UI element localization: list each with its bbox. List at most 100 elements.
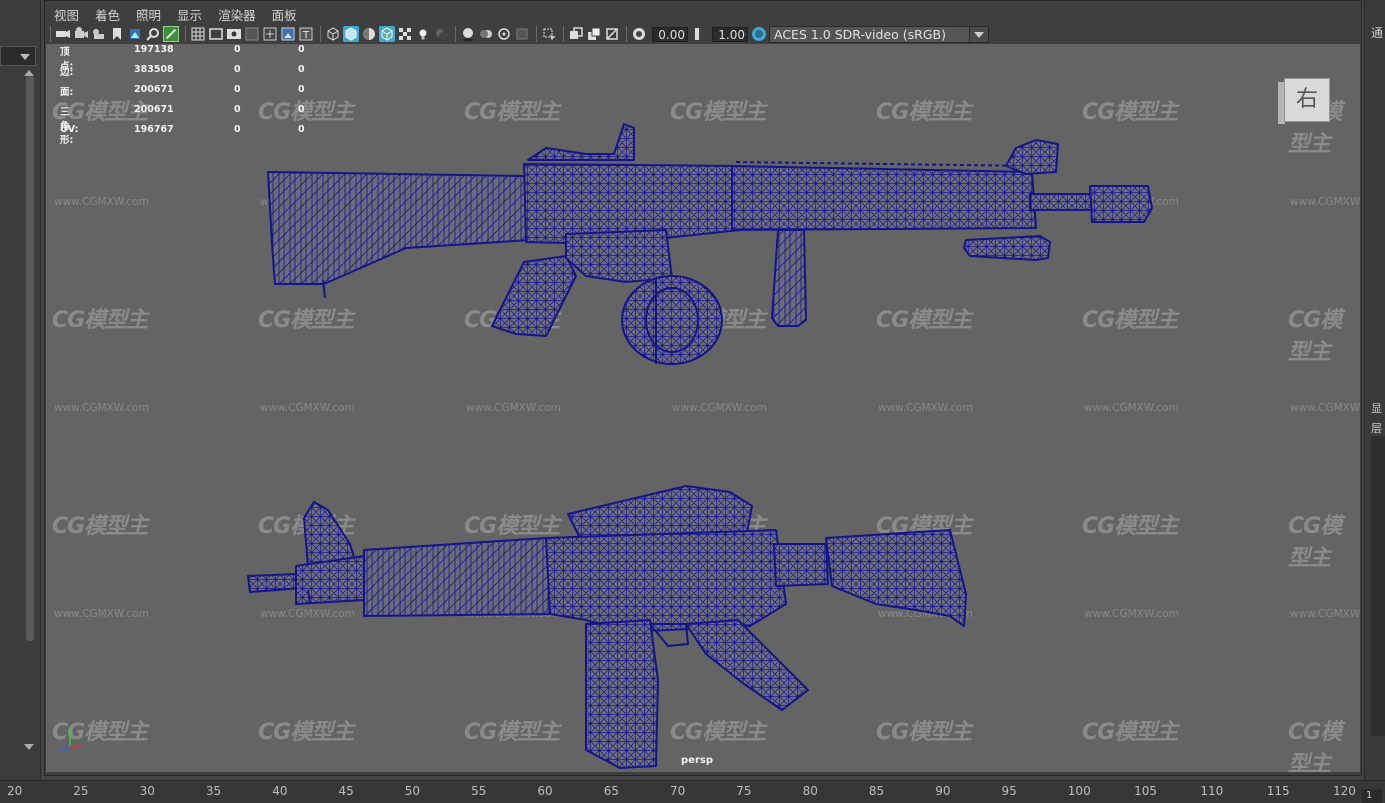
toolbar-separator (185, 26, 186, 42)
wireframe-on-shaded-icon[interactable] (379, 26, 395, 42)
menu-lighting[interactable]: 照明 (128, 2, 169, 23)
viewport-menubar: 视图 着色 照明 显示 渲染器 面板 (46, 2, 305, 23)
menu-shading[interactable]: 着色 (87, 2, 128, 23)
camera-select-icon[interactable] (55, 26, 71, 42)
toolbar-separator (320, 26, 321, 42)
menu-panels[interactable]: 面板 (264, 2, 305, 23)
gate-mask-icon[interactable] (244, 26, 260, 42)
safe-action-icon[interactable] (280, 26, 296, 42)
isolate-select-icon[interactable] (541, 26, 557, 42)
viewport-toolbar: T 0.00 1.00 ACES 1.0 SDR-video (sRGB) (46, 24, 1046, 44)
safe-title-icon[interactable]: T (298, 26, 314, 42)
current-frame-field[interactable]: 1 (1362, 789, 1382, 803)
upper-rifle-model[interactable] (267, 123, 1153, 365)
exposure-icon[interactable] (631, 26, 647, 42)
camera-lock-icon[interactable] (91, 26, 107, 42)
hud-label: UV: (60, 124, 79, 135)
hud-value: 200671 (134, 84, 174, 95)
time-slider-tick-label: 50 (404, 784, 421, 798)
time-slider-tick-label: 25 (73, 784, 89, 798)
time-slider-tick-label: 120 (1333, 784, 1356, 798)
bookmark-icon[interactable] (109, 26, 125, 42)
time-slider-tick-label: 85 (868, 784, 885, 798)
toolbar-separator (626, 26, 627, 42)
view-cube-face[interactable]: 右 (1284, 78, 1330, 122)
toolbar-separator (50, 26, 51, 42)
exposure-field[interactable]: 0.00 (652, 26, 688, 42)
textured-icon[interactable] (397, 26, 413, 42)
use-all-lights-icon[interactable] (415, 26, 431, 42)
svg-text:T: T (302, 30, 310, 41)
right-dock-label-2[interactable]: 显 (1371, 400, 1382, 416)
time-slider-tick-label: 110 (1200, 784, 1224, 798)
hud-value: 0 (298, 104, 305, 115)
left-dock-dropdown[interactable] (0, 46, 36, 66)
color-management-icon[interactable] (751, 26, 767, 42)
motion-blur-icon[interactable] (478, 26, 494, 42)
wireframe-models[interactable] (46, 44, 1360, 772)
depth-of-field-icon[interactable] (514, 26, 530, 42)
hud-value: 0 (234, 44, 241, 55)
toolbar-separator (536, 26, 537, 42)
hud-value: 0 (234, 84, 241, 95)
hud-value: 196767 (134, 124, 174, 135)
time-slider-tick-label: 45 (338, 784, 354, 798)
xray-active-components-icon[interactable] (586, 26, 602, 42)
resolution-gate-icon[interactable] (226, 26, 242, 42)
scroll-down-icon[interactable] (24, 744, 34, 750)
right-dock-subpanel (1371, 436, 1385, 736)
time-slider-tick-label: 70 (670, 784, 686, 798)
hud-label: 面: (60, 87, 74, 98)
hud-value: 0 (298, 44, 305, 55)
menu-view[interactable]: 视图 (46, 2, 87, 23)
hud-value: 0 (234, 104, 241, 115)
shadows-icon[interactable] (433, 26, 449, 42)
2d-pan-zoom-icon[interactable] (145, 26, 161, 42)
wireframe-icon[interactable] (325, 26, 341, 42)
xray-icon[interactable] (568, 26, 584, 42)
chevron-down-icon[interactable] (969, 26, 988, 42)
right-dock-label-3[interactable]: 层 (1371, 420, 1382, 436)
time-slider-tick-label: 65 (603, 784, 619, 798)
gamma-icon[interactable] (691, 26, 707, 42)
menu-show[interactable]: 显示 (169, 2, 210, 23)
hud-value: 197138 (134, 44, 174, 55)
grease-pencil-icon[interactable] (163, 26, 179, 42)
camera-attributes-icon[interactable] (73, 26, 89, 42)
left-dock-scrollbar[interactable] (26, 76, 34, 641)
axis-gizmo-icon (59, 728, 82, 752)
color-space-dropdown[interactable]: ACES 1.0 SDR-video (sRGB) (769, 25, 989, 43)
film-gate-icon[interactable] (208, 26, 224, 42)
time-slider-tick-label: 100 (1067, 784, 1091, 798)
lower-rifle-model[interactable] (247, 485, 967, 769)
time-slider[interactable]: 20 25 30 35 40 45 50 55 60 65 70 75 80 85 90 95 100 105 11… (0, 780, 1385, 803)
right-dock-label[interactable]: 通 (1371, 24, 1383, 41)
time-slider-tick-label: 30 (139, 784, 155, 798)
gamma-field[interactable]: 1.00 (712, 26, 748, 42)
time-slider-tick-label: 20 (7, 784, 23, 798)
smooth-shade-icon[interactable] (343, 26, 359, 42)
toolbar-separator (455, 26, 456, 42)
hud-value: 0 (298, 124, 305, 135)
time-slider-tick-label: 35 (205, 784, 222, 798)
toolbar-separator (563, 26, 564, 42)
time-slider-tick-label: 60 (537, 784, 553, 798)
hud-value: 0 (298, 84, 305, 95)
camera-name-label: persp (681, 755, 713, 766)
hud-value: 0 (234, 64, 241, 75)
xray-joints-icon[interactable] (604, 26, 620, 42)
grid-icon[interactable] (190, 26, 206, 42)
anti-aliasing-icon[interactable] (496, 26, 512, 42)
default-material-icon[interactable] (361, 26, 377, 42)
menu-renderer[interactable]: 渲染器 (210, 2, 264, 23)
screen-space-ao-icon[interactable] (460, 26, 476, 42)
field-chart-icon[interactable] (262, 26, 278, 42)
time-slider-tick-label: 105 (1134, 784, 1157, 798)
hud-value: 200671 (134, 104, 174, 115)
time-slider-tick-label: 40 (272, 784, 288, 798)
viewport-3d[interactable]: CG模型主CG模型主CG模型主CG模型主CG模型主CG模型主CG模型主CG模型主… (46, 44, 1360, 772)
view-cube[interactable]: 右 (1278, 78, 1332, 124)
time-slider-tick-label: 75 (736, 784, 752, 798)
color-space-value: ACES 1.0 SDR-video (sRGB) (774, 26, 946, 42)
image-plane-icon[interactable] (127, 26, 143, 42)
